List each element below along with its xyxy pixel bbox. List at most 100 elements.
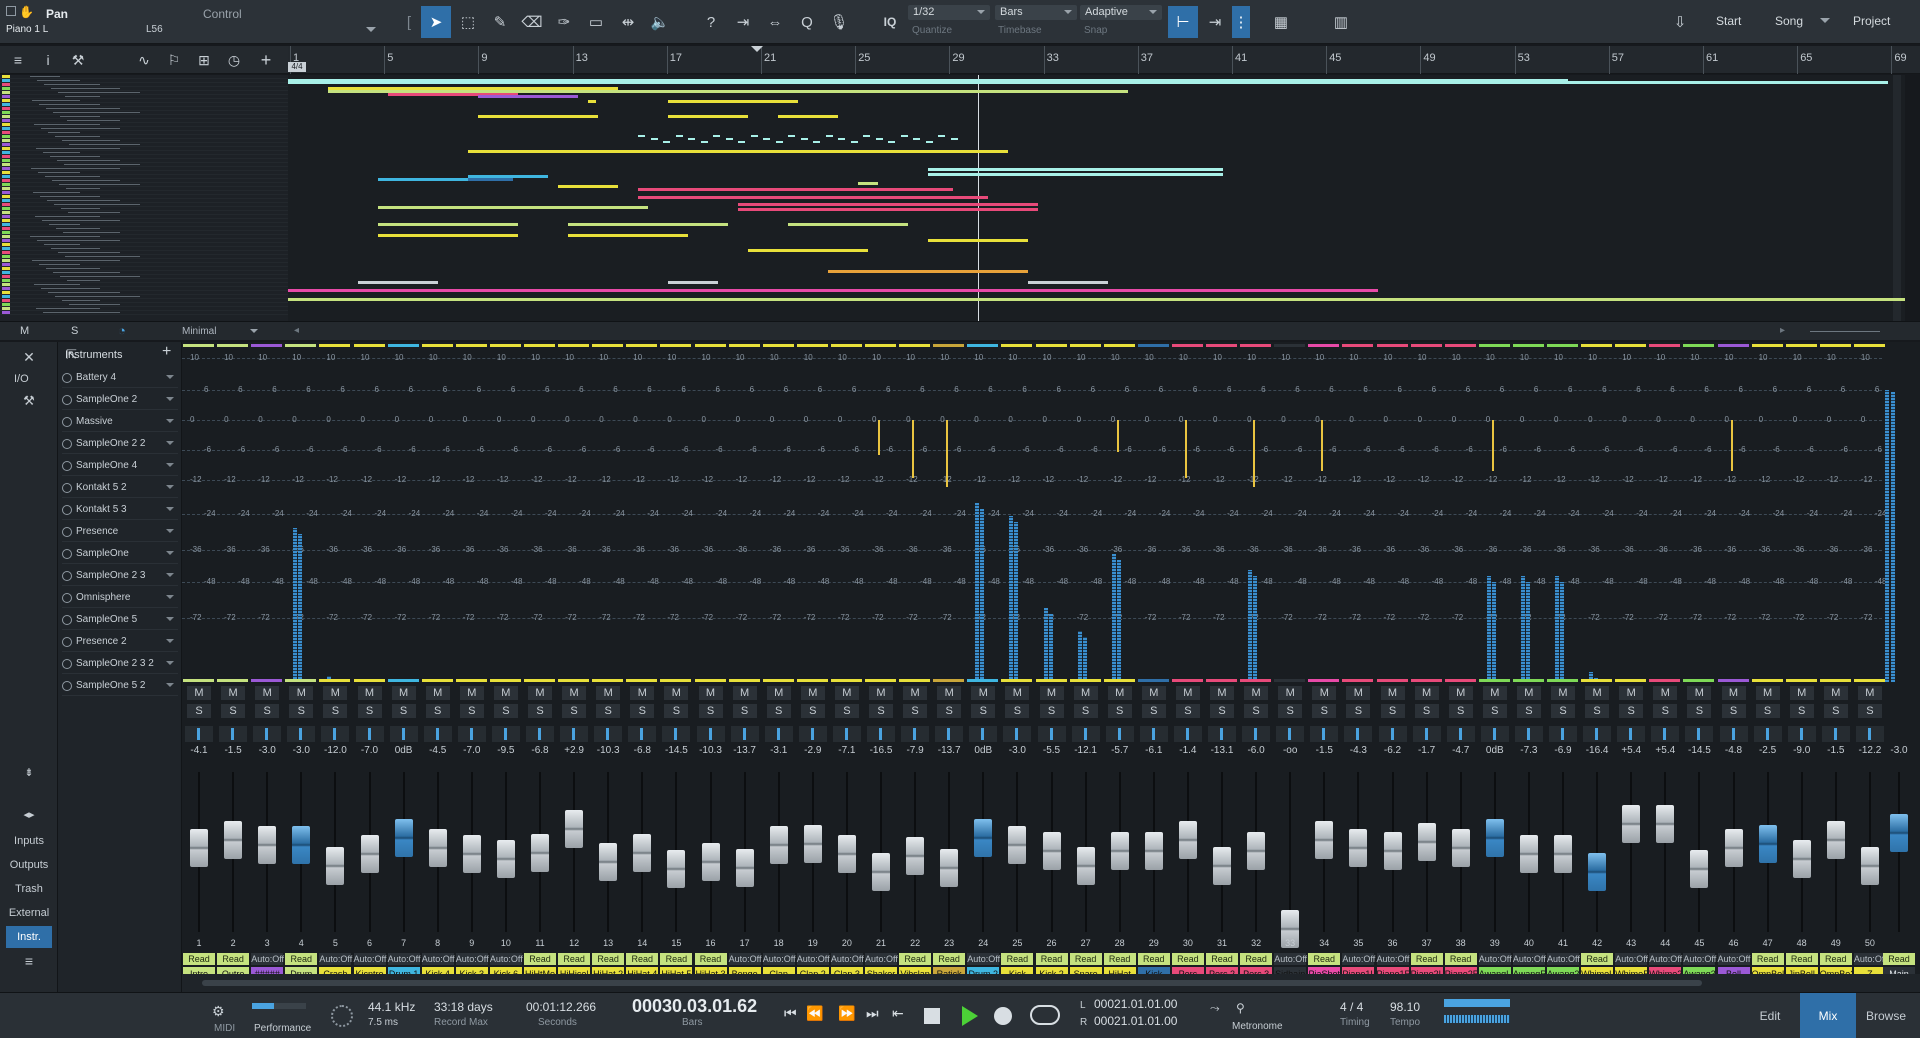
volume-readout[interactable]: -3.0 xyxy=(284,745,318,757)
volume-fader[interactable] xyxy=(633,834,652,872)
arrange-lanes[interactable] xyxy=(288,75,1905,321)
main-automation[interactable]: Read xyxy=(1883,953,1915,965)
solo-button[interactable]: S xyxy=(1482,704,1507,718)
automation-mode[interactable]: Read xyxy=(660,953,693,965)
volume-readout[interactable]: -5.7 xyxy=(1103,745,1137,757)
arrange-clip[interactable] xyxy=(638,196,988,199)
pan-control[interactable] xyxy=(1208,726,1236,742)
paint-tool-icon[interactable]: ✑ xyxy=(549,6,579,38)
volume-readout[interactable]: -16.4 xyxy=(1580,745,1614,757)
power-icon[interactable] xyxy=(62,394,72,405)
pan-control[interactable] xyxy=(935,726,964,742)
mute-all-button[interactable]: M xyxy=(20,325,29,337)
volume-fader[interactable] xyxy=(258,826,277,864)
performance-meter[interactable] xyxy=(252,1003,306,1009)
pencil-tool-icon[interactable]: ✎ xyxy=(485,6,515,38)
solo-button[interactable]: S xyxy=(187,704,211,718)
automation-mode[interactable]: Read xyxy=(1171,953,1204,965)
solo-button[interactable]: S xyxy=(834,704,859,718)
solo-button[interactable]: S xyxy=(1448,704,1473,718)
volume-fader[interactable] xyxy=(394,819,413,857)
io-button[interactable]: I/O xyxy=(0,368,58,390)
volume-readout[interactable]: -13.1 xyxy=(1205,745,1239,757)
volume-fader[interactable] xyxy=(701,843,720,881)
solo-button[interactable]: S xyxy=(1073,704,1098,718)
solo-button[interactable]: S xyxy=(1175,704,1200,718)
narrow-icon[interactable]: ◂▸ xyxy=(0,804,58,826)
mute-button[interactable]: M xyxy=(1141,686,1166,700)
chevron-down-icon[interactable] xyxy=(166,485,174,493)
power-icon[interactable] xyxy=(62,482,72,493)
solo-button[interactable]: S xyxy=(800,704,825,718)
chevron-down-icon[interactable] xyxy=(250,329,258,337)
song-button[interactable]: Song xyxy=(1775,14,1803,28)
automation-mode[interactable]: Auto:Off xyxy=(1512,953,1546,965)
volume-fader[interactable] xyxy=(1110,832,1129,870)
volume-fader[interactable] xyxy=(1383,832,1402,870)
mute-button[interactable]: M xyxy=(1755,686,1780,700)
volume-readout[interactable]: -12.0 xyxy=(318,745,352,757)
rail-outputs[interactable]: Outputs xyxy=(0,854,58,876)
pan-control[interactable] xyxy=(901,726,930,742)
volume-fader[interactable] xyxy=(974,819,993,857)
song-menu-icon[interactable] xyxy=(1820,18,1830,28)
solo-button[interactable]: S xyxy=(528,704,552,718)
volume-readout[interactable]: +2.9 xyxy=(557,745,591,757)
volume-fader[interactable] xyxy=(872,853,890,891)
arrange-clip[interactable] xyxy=(858,182,878,185)
mute-button[interactable]: M xyxy=(1107,686,1132,700)
automation-mode[interactable]: Read xyxy=(1103,953,1136,965)
automation-mode[interactable]: Read xyxy=(183,953,215,965)
automation-mode[interactable]: Read xyxy=(626,953,659,965)
volume-readout[interactable]: -7.0 xyxy=(353,745,387,757)
volume-fader[interactable] xyxy=(1656,805,1675,843)
arrange-clip[interactable] xyxy=(768,100,798,103)
pan-control[interactable] xyxy=(560,726,589,742)
automation-mode[interactable]: Auto:Off xyxy=(455,953,489,965)
mixer-scrollbar[interactable] xyxy=(182,974,1920,992)
instrument-item[interactable]: Presence xyxy=(62,522,178,542)
mute-button[interactable]: M xyxy=(1721,686,1746,700)
snap-events-icon[interactable]: ⇥ xyxy=(1200,6,1230,38)
pan-control[interactable] xyxy=(287,726,316,742)
chevron-down-icon[interactable] xyxy=(366,27,376,37)
instrument-item[interactable]: Kontakt 5 2 xyxy=(62,478,178,498)
volume-fader[interactable] xyxy=(292,826,311,864)
instrument-item[interactable]: Battery 4 xyxy=(62,368,178,388)
pan-control[interactable] xyxy=(1071,726,1100,742)
arrange-clip[interactable] xyxy=(478,95,578,98)
volume-fader[interactable] xyxy=(496,840,515,878)
mute-button[interactable]: M xyxy=(1380,686,1405,700)
volume-readout[interactable]: -9.0 xyxy=(1785,745,1819,757)
loop-follow-icon[interactable]: ⇔ xyxy=(760,6,790,38)
arrow-tool-icon[interactable]: ➤ xyxy=(421,6,451,38)
solo-button[interactable]: S xyxy=(323,704,348,718)
solo-button[interactable]: S xyxy=(289,704,314,718)
volume-fader[interactable] xyxy=(735,849,754,887)
edit-view-button[interactable]: Edit xyxy=(1742,993,1798,1038)
volume-fader[interactable] xyxy=(1519,835,1538,873)
arrange-clip[interactable] xyxy=(568,234,688,237)
arrange-clip[interactable] xyxy=(928,168,1223,171)
arrange-clip[interactable] xyxy=(738,208,1038,211)
wrench-icon[interactable]: ⚒ xyxy=(64,46,92,74)
volume-fader[interactable] xyxy=(1042,832,1061,870)
pan-control[interactable] xyxy=(355,726,384,742)
mute-button[interactable]: M xyxy=(493,686,518,700)
zoom-slider[interactable] xyxy=(1810,331,1880,332)
automation-mode[interactable]: Read xyxy=(524,953,556,965)
volume-readout[interactable]: -6.8 xyxy=(625,745,659,757)
automation-mode[interactable]: Read xyxy=(1240,953,1273,965)
mute-button[interactable]: M xyxy=(1005,686,1030,700)
solo-button[interactable]: S xyxy=(1107,704,1132,718)
volume-fader[interactable] xyxy=(190,829,208,867)
automation-mode[interactable]: Read xyxy=(558,953,591,965)
wrench-icon[interactable]: ⚒ xyxy=(0,390,58,412)
mute-button[interactable]: M xyxy=(255,686,280,700)
volume-readout[interactable]: -2.9 xyxy=(796,745,830,757)
instrument-item[interactable]: SampleOne 5 2 xyxy=(62,676,178,696)
solo-all-button[interactable]: S xyxy=(71,325,78,337)
solo-button[interactable]: S xyxy=(1346,704,1371,718)
arrange-clip[interactable] xyxy=(518,115,593,118)
time-signature-marker[interactable]: 4/4 xyxy=(288,62,306,72)
